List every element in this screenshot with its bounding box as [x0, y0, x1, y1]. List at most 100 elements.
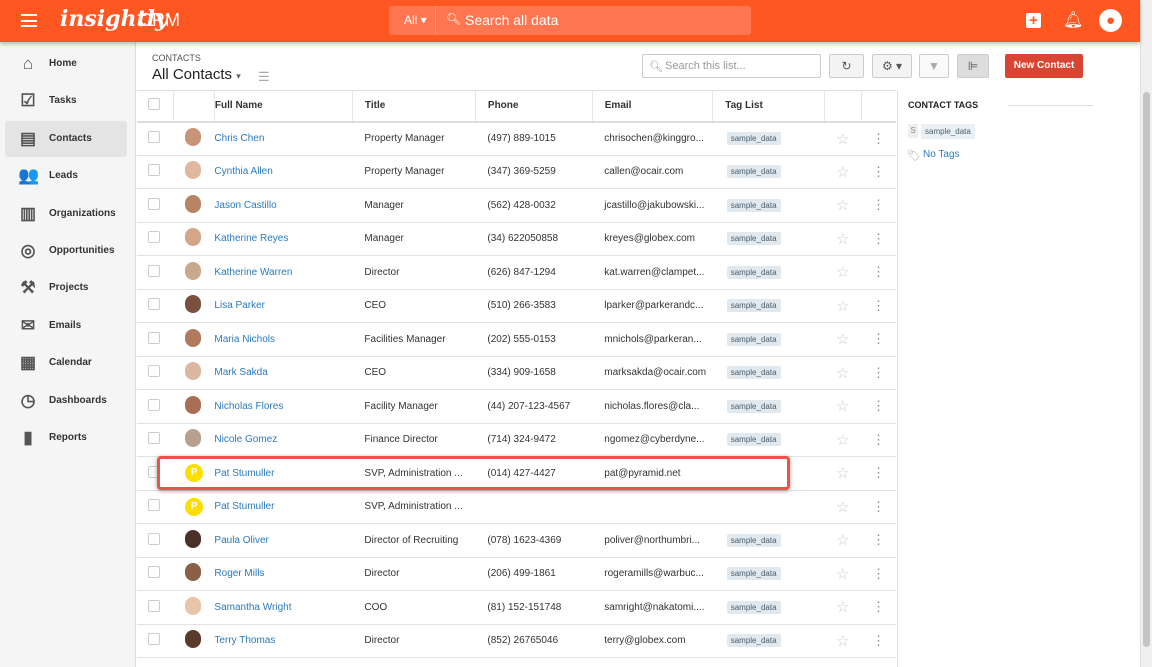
tag-badge[interactable]: sample_data: [726, 533, 781, 547]
row-checkbox[interactable]: [148, 532, 160, 545]
contact-name-link[interactable]: Cynthia Allen: [214, 166, 272, 177]
more-options-icon[interactable]: ⋮: [872, 231, 885, 246]
row-checkbox[interactable]: [148, 197, 160, 210]
tag-badge[interactable]: sample_data: [726, 232, 781, 246]
contact-name-link[interactable]: Mark Sakda: [214, 367, 267, 378]
row-checkbox[interactable]: [148, 566, 160, 579]
contact-name-link[interactable]: Maria Nichols: [214, 334, 275, 345]
column-header[interactable]: Full Name: [214, 90, 353, 123]
more-options-icon[interactable]: ⋮: [872, 331, 885, 346]
row-checkbox[interactable]: [148, 164, 160, 177]
star-icon[interactable]: ☆: [836, 432, 849, 449]
star-icon[interactable]: ☆: [836, 566, 849, 583]
search-scope-dropdown[interactable]: All ▾: [389, 6, 436, 35]
more-options-icon[interactable]: ⋮: [872, 164, 885, 179]
star-icon[interactable]: ☆: [836, 298, 849, 315]
row-checkbox[interactable]: [148, 432, 160, 445]
row-checkbox[interactable]: [148, 264, 160, 277]
tag-sample-data[interactable]: sample_data: [921, 124, 975, 139]
contact-name-link[interactable]: Terry Thomas: [214, 635, 275, 646]
more-options-icon[interactable]: ⋮: [872, 131, 885, 146]
table-row[interactable]: P Pat Stumuller SVP, Administration ... …: [137, 456, 896, 491]
tag-badge[interactable]: sample_data: [726, 567, 781, 581]
row-checkbox[interactable]: [148, 298, 160, 311]
bell-icon[interactable]: 🔔︎: [1063, 10, 1083, 30]
table-row[interactable]: Jason Castillo Manager (562) 428-0032 jc…: [137, 188, 896, 223]
more-options-icon[interactable]: ⋮: [872, 197, 885, 212]
sidebar-item-contacts[interactable]: ▤ Contacts: [5, 120, 127, 157]
table-row[interactable]: Maria Nichols Facilities Manager (202) 5…: [137, 322, 896, 357]
row-checkbox[interactable]: [148, 365, 160, 378]
select-all-checkbox[interactable]: [148, 98, 160, 111]
contact-name-link[interactable]: Lisa Parker: [214, 300, 265, 311]
table-row[interactable]: Katherine Reyes Manager (34) 622050858 k…: [137, 222, 896, 256]
tag-badge[interactable]: sample_data: [726, 399, 781, 413]
more-options-icon[interactable]: ⋮: [872, 599, 885, 614]
table-row[interactable]: Nicholas Flores Facility Manager (44) 20…: [137, 389, 896, 424]
sidebar-item-organizations[interactable]: ▥ Organizations: [5, 196, 127, 232]
sidebar-item-calendar[interactable]: ▦ Calendar: [5, 345, 127, 381]
sidebar-item-home[interactable]: ⌂ Home: [5, 46, 127, 82]
sidebar-item-leads[interactable]: 👥 Leads: [5, 158, 127, 194]
more-options-icon[interactable]: ⋮: [872, 566, 885, 581]
select-all[interactable]: [137, 90, 174, 123]
row-checkbox[interactable]: [148, 231, 160, 244]
user-avatar-icon[interactable]: ●: [1099, 9, 1122, 32]
table-row[interactable]: P Pat Stumuller SVP, Administration ... …: [137, 490, 896, 524]
contact-name-link[interactable]: Katherine Reyes: [214, 233, 288, 244]
more-options-icon[interactable]: ⋮: [872, 432, 885, 447]
table-row[interactable]: Samantha Wright COO (81) 152-151748 samr…: [137, 590, 896, 625]
star-icon[interactable]: ☆: [836, 197, 849, 214]
filter-button[interactable]: ▼: [919, 54, 949, 78]
settings-button[interactable]: ⚙ ▾: [872, 54, 912, 78]
star-icon[interactable]: ☆: [836, 264, 849, 281]
table-row[interactable]: Nicole Gomez Finance Director (714) 324-…: [137, 423, 896, 457]
scrollbar-thumb[interactable]: [1143, 92, 1150, 647]
more-options-icon[interactable]: ⋮: [872, 365, 885, 380]
tag-badge[interactable]: sample_data: [726, 366, 781, 380]
table-row[interactable]: Katherine Warren Director (626) 847-1294…: [137, 255, 896, 290]
more-options-icon[interactable]: ⋮: [872, 264, 885, 279]
new-contact-button[interactable]: New Contact: [1005, 54, 1083, 78]
star-icon[interactable]: ☆: [836, 131, 849, 148]
sidebar-item-tasks[interactable]: ☑ Tasks: [5, 83, 127, 119]
more-options-icon[interactable]: ⋮: [872, 298, 885, 313]
contact-name-link[interactable]: Nicole Gomez: [214, 434, 277, 445]
tag-badge[interactable]: sample_data: [726, 265, 781, 279]
tag-badge[interactable]: sample_data: [726, 600, 781, 614]
more-options-icon[interactable]: ⋮: [872, 633, 885, 648]
contact-name-link[interactable]: Nicholas Flores: [214, 401, 283, 412]
list-search-input[interactable]: 🔍︎ Search this list...: [642, 54, 821, 78]
tag-badge[interactable]: sample_data: [726, 433, 781, 447]
sidebar-item-opportunities[interactable]: ◎ Opportunities: [5, 233, 127, 269]
tag-badge[interactable]: sample_data: [726, 165, 781, 179]
sidebar-item-dashboards[interactable]: ◷ Dashboards: [5, 383, 127, 419]
row-checkbox[interactable]: [148, 331, 160, 344]
star-icon[interactable]: ☆: [836, 331, 849, 348]
view-selector[interactable]: All Contacts ▾: [152, 66, 241, 83]
star-icon[interactable]: ☆: [836, 633, 849, 650]
sidebar-item-reports[interactable]: ▮ Reports: [5, 420, 127, 456]
star-icon[interactable]: ☆: [836, 599, 849, 616]
column-header[interactable]: Phone: [475, 90, 593, 123]
contact-name-link[interactable]: Pat Stumuller: [214, 468, 274, 479]
column-header[interactable]: Tag List: [712, 90, 825, 123]
contact-name-link[interactable]: Samantha Wright: [214, 602, 291, 613]
menu-icon[interactable]: [21, 14, 37, 27]
contact-name-link[interactable]: Pat Stumuller: [214, 501, 274, 512]
tag-badge[interactable]: sample_data: [726, 198, 781, 212]
tag-badge[interactable]: sample_data: [726, 299, 781, 313]
star-icon[interactable]: ☆: [836, 231, 849, 248]
row-checkbox[interactable]: [148, 131, 160, 143]
sidebar-item-emails[interactable]: ✉ Emails: [5, 308, 127, 344]
row-checkbox[interactable]: [148, 633, 160, 646]
contact-name-link[interactable]: Chris Chen: [214, 133, 264, 144]
more-options-icon[interactable]: ⋮: [872, 532, 885, 547]
toggle-panel-button[interactable]: ⊫: [957, 54, 989, 78]
global-search[interactable]: All ▾ 🔍︎ Search all data: [389, 6, 751, 35]
tag-badge[interactable]: sample_data: [726, 132, 781, 145]
list-favorite-icon[interactable]: ☰: [258, 69, 270, 85]
contact-name-link[interactable]: Jason Castillo: [214, 200, 276, 211]
row-checkbox[interactable]: [148, 398, 160, 411]
star-icon[interactable]: ☆: [836, 398, 849, 415]
